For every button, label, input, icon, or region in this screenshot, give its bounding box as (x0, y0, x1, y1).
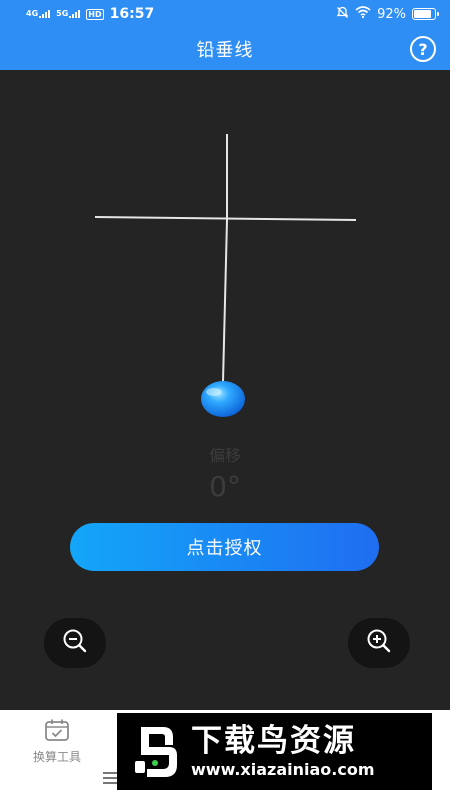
bird-logo-icon (127, 721, 183, 783)
zoom-in-icon (365, 627, 393, 659)
offset-label: 偏移 (208, 446, 241, 465)
zoom-in-button[interactable] (348, 618, 410, 668)
mute-icon (336, 6, 349, 23)
network-type-1: 4G (26, 9, 39, 18)
zoom-out-icon (61, 627, 89, 659)
status-time: 16:57 (109, 6, 155, 22)
offset-value: 0° (209, 470, 241, 503)
signal-4g-icon: 4G (26, 9, 51, 18)
help-icon: ? (418, 39, 428, 59)
calendar-check-icon (44, 718, 70, 746)
status-left: 4G 5G HD 16:57 (26, 6, 154, 22)
page-title: 铅垂线 (196, 40, 254, 61)
wifi-icon (355, 6, 371, 22)
status-bar: 4G 5G HD 16:57 92% (0, 0, 450, 28)
help-button[interactable]: ? (410, 36, 436, 62)
signal-5g-icon: 5G (56, 9, 81, 18)
network-type-2: 5G (56, 9, 69, 18)
hd-badge: HD (86, 8, 104, 20)
nav-conversion-tools-label: 换算工具 (32, 750, 81, 764)
nav-conversion-tools[interactable]: 换算工具 (22, 718, 92, 765)
watermark-banner: 下载鸟资源 www.xiazainiao.com (117, 713, 432, 790)
menu-icon[interactable] (102, 770, 118, 789)
plumb-bob[interactable] (201, 381, 245, 417)
watermark-url: www.xiazainiao.com (191, 760, 375, 780)
plumb-bob-highlight (206, 388, 222, 396)
status-right: 92% (336, 6, 439, 23)
zoom-out-button[interactable] (44, 618, 106, 668)
battery-icon (412, 8, 439, 20)
battery-percent: 92% (377, 6, 406, 22)
plumb-canvas (0, 70, 450, 710)
plumb-graphic (94, 134, 357, 417)
battery-level (414, 10, 432, 18)
watermark-title: 下载鸟资源 (191, 722, 356, 759)
app-bar: 铅垂线 ? (0, 28, 450, 70)
horizontal-reference-line (94, 216, 357, 221)
authorize-button[interactable]: 点击授权 (70, 523, 379, 571)
plumb-string (222, 219, 228, 383)
watermark-text: 下载鸟资源 www.xiazainiao.com (191, 724, 374, 779)
